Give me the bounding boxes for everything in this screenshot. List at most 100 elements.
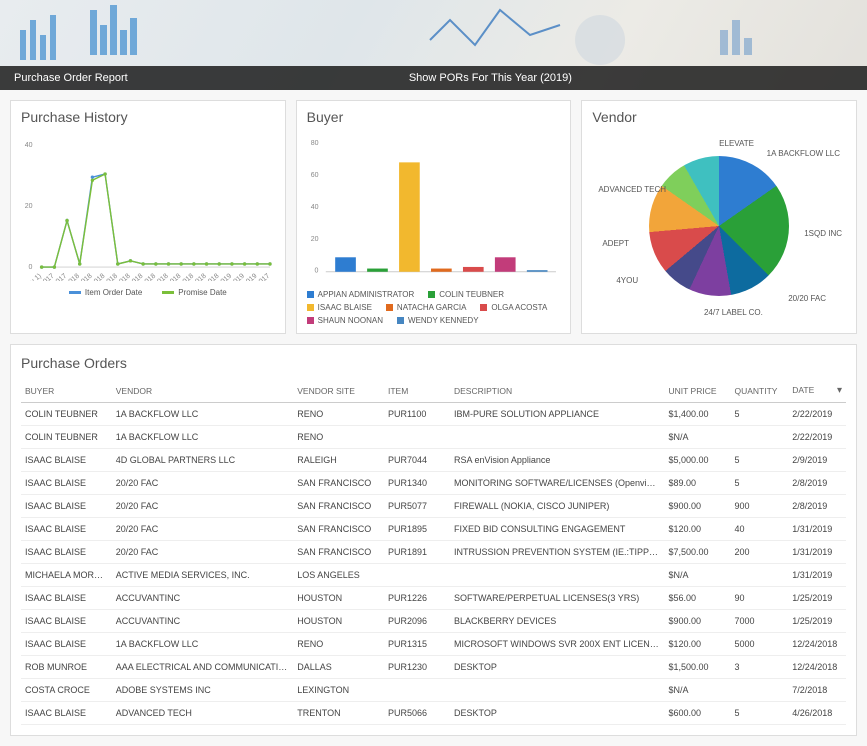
cell-buyer: ISAAC BLAISE bbox=[21, 633, 112, 656]
cell-buyer: ISAAC BLAISE bbox=[21, 587, 112, 610]
svg-text:60: 60 bbox=[310, 172, 318, 179]
cell-buyer: COLIN TEUBNER bbox=[21, 403, 112, 426]
cell-site: SAN FRANCISCO bbox=[293, 495, 384, 518]
cell-item: PUR1230 bbox=[384, 656, 450, 679]
legend-item: OLGA ACOSTA bbox=[480, 303, 547, 312]
cell-desc: IBM-PURE SOLUTION APPLIANCE bbox=[450, 403, 665, 426]
cell-buyer: ISAAC BLAISE bbox=[21, 495, 112, 518]
col-header[interactable]: ITEM bbox=[384, 379, 450, 403]
col-header[interactable]: UNIT PRICE bbox=[665, 379, 731, 403]
cell-price: $N/A bbox=[665, 679, 731, 702]
cell-price: $1,400.00 bbox=[665, 403, 731, 426]
table-row[interactable]: ISAAC BLAISE 4D GLOBAL PARTNERS LLC RALE… bbox=[21, 449, 846, 472]
legend-item: WENDY KENNEDY bbox=[397, 316, 479, 325]
cell-price: $89.00 bbox=[665, 472, 731, 495]
cell-qty: 40 bbox=[731, 518, 789, 541]
cell-item bbox=[384, 679, 450, 702]
cell-price: $900.00 bbox=[665, 610, 731, 633]
cell-item: PUR1340 bbox=[384, 472, 450, 495]
cell-date: 2/9/2019 bbox=[788, 449, 846, 472]
col-header[interactable]: BUYER bbox=[21, 379, 112, 403]
col-header[interactable]: DATE▾ bbox=[788, 379, 846, 403]
cell-item: PUR1891 bbox=[384, 541, 450, 564]
cell-date: 1/25/2019 bbox=[788, 610, 846, 633]
legend-item: ISAAC BLAISE bbox=[307, 303, 372, 312]
col-header[interactable]: VENDOR bbox=[112, 379, 294, 403]
table-row[interactable]: COLIN TEUBNER 1A BACKFLOW LLC RENO PUR11… bbox=[21, 403, 846, 426]
table-row[interactable]: ROB MUNROE AAA ELECTRICAL AND COMMUNICAT… bbox=[21, 656, 846, 679]
pie-icon bbox=[649, 156, 789, 296]
cell-qty: 5 bbox=[731, 702, 789, 725]
cell-price: $N/A bbox=[665, 426, 731, 449]
cell-desc bbox=[450, 679, 665, 702]
cell-qty: 200 bbox=[731, 541, 789, 564]
table-row[interactable]: ISAAC BLAISE 20/20 FAC SAN FRANCISCO PUR… bbox=[21, 495, 846, 518]
cell-qty: 3 bbox=[731, 656, 789, 679]
table-row[interactable]: ISAAC BLAISE 1A BACKFLOW LLC RENO PUR131… bbox=[21, 633, 846, 656]
cell-site: RENO bbox=[293, 426, 384, 449]
cell-desc: BLACKBERRY DEVICES bbox=[450, 610, 665, 633]
col-header[interactable]: QUANTITY bbox=[731, 379, 789, 403]
banner-bar: Purchase Order Report Show PORs For This… bbox=[0, 66, 867, 90]
cell-vendor: 4D GLOBAL PARTNERS LLC bbox=[112, 449, 294, 472]
buyer-card: Buyer 8060 4020 0 APPIAN ADMINISTRATORCO… bbox=[296, 100, 572, 334]
cell-vendor: ADOBE SYSTEMS INC bbox=[112, 679, 294, 702]
col-header[interactable]: VENDOR SITE bbox=[293, 379, 384, 403]
cell-item: PUR1315 bbox=[384, 633, 450, 656]
svg-text:0: 0 bbox=[314, 268, 318, 275]
col-header[interactable]: DESCRIPTION bbox=[450, 379, 665, 403]
table-row[interactable]: MICHAELA MORARI ACTIVE MEDIA SERVICES, I… bbox=[21, 564, 846, 587]
cell-buyer: MICHAELA MORARI bbox=[21, 564, 112, 587]
svg-text:(Category 1): (Category 1) bbox=[21, 273, 43, 281]
cell-buyer: COLIN TEUBNER bbox=[21, 426, 112, 449]
vendor-chart[interactable]: ELEVATE 1A BACKFLOW LLC ADVANCED TECH 1S… bbox=[592, 131, 846, 321]
table-row[interactable]: ISAAC BLAISE 20/20 FAC SAN FRANCISCO PUR… bbox=[21, 472, 846, 495]
cell-date: 7/2/2018 bbox=[788, 679, 846, 702]
cell-vendor: 1A BACKFLOW LLC bbox=[112, 403, 294, 426]
cell-desc bbox=[450, 564, 665, 587]
cell-site: TRENTON bbox=[293, 702, 384, 725]
buyer-legend: APPIAN ADMINISTRATORCOLIN TEUBNERISAAC B… bbox=[307, 290, 561, 325]
cell-item: PUR1100 bbox=[384, 403, 450, 426]
table-row[interactable]: ISAAC BLAISE ACCUVANTINC HOUSTON PUR2096… bbox=[21, 610, 846, 633]
cell-site: HOUSTON bbox=[293, 587, 384, 610]
table-row[interactable]: ISAAC BLAISE 20/20 FAC SAN FRANCISCO PUR… bbox=[21, 541, 846, 564]
sort-desc-icon[interactable]: ▾ bbox=[837, 385, 842, 396]
buyer-chart[interactable]: 8060 4020 0 bbox=[307, 131, 561, 281]
cell-vendor: ADVANCED TECH bbox=[112, 702, 294, 725]
cell-date: 12/24/2018 bbox=[788, 633, 846, 656]
table-row[interactable]: ISAAC BLAISE 20/20 FAC SAN FRANCISCO PUR… bbox=[21, 518, 846, 541]
cell-qty: 5 bbox=[731, 449, 789, 472]
history-chart[interactable]: 40 20 0 (Category 1)8/25/20178/28/20172/… bbox=[21, 131, 275, 281]
purchase-orders-card: Purchase Orders BUYERVENDORVENDOR SITEIT… bbox=[10, 344, 857, 736]
cell-desc: INTRUSSION PREVENTION SYSTEM (IE.:TIPPIN… bbox=[450, 541, 665, 564]
cell-date: 2/22/2019 bbox=[788, 426, 846, 449]
cell-price: $1,500.00 bbox=[665, 656, 731, 679]
table-row[interactable]: COSTA CROCE ADOBE SYSTEMS INC LEXINGTON … bbox=[21, 679, 846, 702]
cell-vendor: AAA ELECTRICAL AND COMMUNICATIONS INC. bbox=[112, 656, 294, 679]
legend-item: COLIN TEUBNER bbox=[428, 290, 504, 299]
cell-site: RENO bbox=[293, 403, 384, 426]
report-title: Purchase Order Report bbox=[14, 72, 128, 84]
cell-desc: DESKTOP bbox=[450, 656, 665, 679]
table-title: Purchase Orders bbox=[21, 355, 846, 371]
cell-desc: DESKTOP bbox=[450, 702, 665, 725]
cell-desc: FIXED BID CONSULTING ENGAGEMENT bbox=[450, 518, 665, 541]
svg-text:80: 80 bbox=[310, 140, 318, 147]
legend-item: SHAUN NOONAN bbox=[307, 316, 383, 325]
table-row[interactable]: ISAAC BLAISE ADVANCED TECH TRENTON PUR50… bbox=[21, 702, 846, 725]
table-row[interactable]: COLIN TEUBNER 1A BACKFLOW LLC RENO $N/A … bbox=[21, 426, 846, 449]
cell-site: HOUSTON bbox=[293, 610, 384, 633]
cell-qty bbox=[731, 426, 789, 449]
cell-vendor: 20/20 FAC bbox=[112, 518, 294, 541]
cell-price: $120.00 bbox=[665, 518, 731, 541]
cell-date: 1/31/2019 bbox=[788, 564, 846, 587]
pie-label-fac: 20/20 FAC bbox=[788, 294, 826, 303]
report-subtitle[interactable]: Show PORs For This Year (2019) bbox=[409, 72, 572, 84]
table-row[interactable]: ISAAC BLAISE ACCUVANTINC HOUSTON PUR1226… bbox=[21, 587, 846, 610]
cell-vendor: 1A BACKFLOW LLC bbox=[112, 426, 294, 449]
pie-label-backflow: 1A BACKFLOW LLC bbox=[767, 149, 840, 158]
legend-promise: Promise Date bbox=[178, 288, 226, 297]
cell-desc: MICROSOFT WINDOWS SVR 200X ENT LICENSE bbox=[450, 633, 665, 656]
cell-qty: 7000 bbox=[731, 610, 789, 633]
